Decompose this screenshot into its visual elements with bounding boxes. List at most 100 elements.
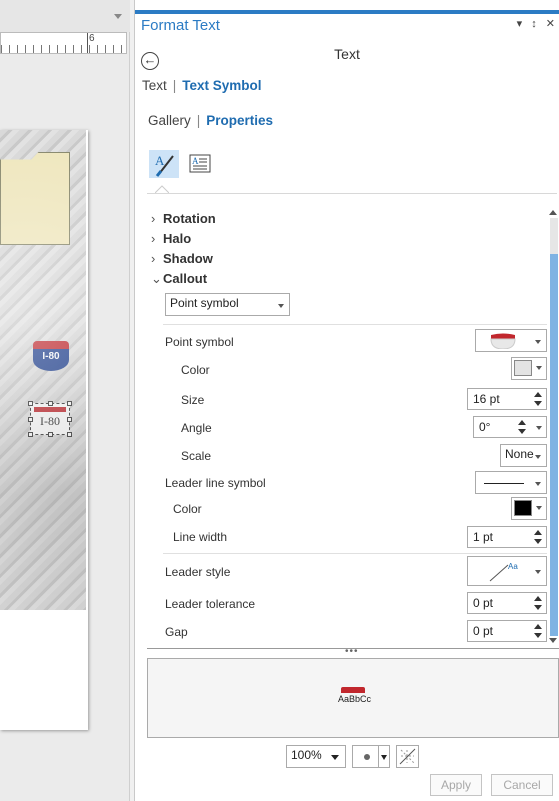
section-label: Callout (163, 271, 208, 286)
pane-accent-bar (135, 10, 559, 14)
leader-style-picker[interactable]: Aa (467, 556, 547, 586)
scroll-up-icon[interactable] (549, 210, 557, 215)
point-color-swatch (514, 360, 532, 376)
text-brush-icon: A (155, 153, 174, 177)
spin-down-icon[interactable] (518, 429, 526, 434)
scrollbar[interactable] (549, 210, 558, 643)
chevron-down-icon (331, 755, 339, 760)
leader-tolerance-label: Leader tolerance (165, 597, 256, 611)
leader-style-glyph: Aa (508, 562, 518, 571)
size-value: 16 pt (473, 392, 500, 406)
section-label: Shadow (163, 251, 213, 266)
leader-tolerance-input[interactable]: 0 pt (467, 592, 547, 614)
section-halo[interactable]: › Halo (151, 231, 191, 246)
resize-handle[interactable] (28, 432, 33, 437)
section-label: Halo (163, 231, 192, 246)
resize-handle[interactable] (28, 401, 33, 406)
chevron-right-icon: › (151, 251, 156, 266)
tab-gallery[interactable]: Gallery (148, 113, 191, 128)
zoom-dropdown[interactable]: 100% (286, 745, 346, 768)
preview-shield-icon (341, 687, 365, 693)
splitter-grip-icon[interactable]: ••• (345, 646, 359, 657)
text-format-icon: A (189, 154, 211, 173)
scale-dropdown[interactable]: None (500, 444, 547, 467)
pane-menu-icon[interactable]: ▾ (517, 18, 523, 30)
text-formatting-tab[interactable]: A (185, 150, 215, 178)
line-color-swatch (514, 500, 532, 516)
format-text-pane: Format Text ▾ ↕ ✕ Text ← Text | Text Symbo… (134, 0, 559, 801)
resize-handle[interactable] (67, 432, 72, 437)
spin-up-icon[interactable] (534, 392, 542, 397)
interstate-shield[interactable]: I-80 (33, 341, 69, 371)
point-symbol-picker[interactable] (475, 329, 547, 352)
section-rotation[interactable]: › Rotation (151, 211, 216, 226)
leader-style-label: Leader style (165, 565, 231, 579)
callout-type-dropdown[interactable]: Point symbol (165, 293, 290, 316)
tab-dropdown-icon[interactable] (114, 14, 122, 19)
spin-down-icon[interactable] (534, 605, 542, 610)
hillshade-terrain: I-80 I-80 (0, 130, 86, 610)
tab-properties[interactable]: Properties (206, 113, 273, 128)
gap-input[interactable]: 0 pt (467, 620, 547, 642)
map-tab-strip (0, 0, 130, 32)
point-color-picker[interactable] (511, 357, 547, 380)
back-arrow-icon[interactable]: ← (141, 52, 159, 70)
spin-up-icon[interactable] (534, 530, 542, 535)
angle-value: 0° (479, 420, 491, 434)
svg-text:A: A (192, 156, 199, 166)
pane-controls: ▾ ↕ ✕ (511, 17, 555, 30)
selected-text-label[interactable]: I-80 (28, 401, 72, 437)
chevron-right-icon: › (151, 231, 156, 246)
scroll-thumb[interactable] (550, 254, 558, 636)
tab-separator: | (196, 113, 201, 128)
apply-button[interactable]: Apply (430, 774, 482, 796)
general-icon-tab[interactable]: A (149, 150, 179, 178)
cancel-button[interactable]: Cancel (491, 774, 553, 796)
chevron-down-icon[interactable] (536, 426, 542, 430)
close-icon[interactable]: ✕ (546, 18, 555, 30)
breadcrumb-text-symbol[interactable]: Text Symbol (182, 78, 261, 93)
svg-text:A: A (155, 153, 165, 168)
scroll-down-icon[interactable] (549, 638, 557, 643)
chevron-down-icon: ⌄ (151, 271, 162, 286)
toggle-grid-button[interactable] (396, 745, 419, 768)
chevron-down-icon (535, 481, 541, 486)
line-color-picker[interactable] (511, 497, 547, 520)
section-shadow[interactable]: › Shadow (151, 251, 213, 266)
selected-label-text: I-80 (40, 414, 60, 428)
resize-handle[interactable] (48, 401, 53, 406)
chevron-down-icon (536, 506, 542, 510)
line-width-input[interactable]: 1 pt (467, 526, 547, 548)
map-view[interactable]: 6 I-80 I-80 (0, 0, 130, 801)
spin-up-icon[interactable] (534, 624, 542, 629)
resize-handle[interactable] (67, 401, 72, 406)
ruler-major-tick (87, 33, 88, 53)
gap-value: 0 pt (473, 624, 494, 638)
chevron-down-icon (278, 303, 284, 308)
pin-icon[interactable]: ↕ (531, 18, 537, 30)
line-color-label: Color (173, 502, 202, 516)
spin-down-icon[interactable] (534, 401, 542, 406)
spin-up-icon[interactable] (518, 420, 526, 425)
size-label: Size (181, 393, 205, 407)
leader-line-picker[interactable] (475, 471, 547, 494)
spin-down-icon[interactable] (534, 633, 542, 638)
resize-handle[interactable] (67, 417, 72, 422)
shield-label: I-80 (33, 349, 69, 371)
section-label: Rotation (163, 211, 216, 226)
point-color-label: Color (181, 363, 210, 377)
spin-down-icon[interactable] (534, 539, 542, 544)
size-input[interactable]: 16 pt (467, 388, 547, 410)
pane-heading: Text (334, 46, 360, 62)
resize-handle[interactable] (28, 417, 33, 422)
preview-text: AaBbCc (338, 694, 372, 704)
resize-handle[interactable] (48, 432, 53, 437)
grid-toggle-icon (399, 748, 416, 765)
preview-background-dropdown[interactable] (352, 745, 390, 768)
angle-input[interactable]: 0° (473, 416, 547, 438)
breadcrumb-text[interactable]: Text (142, 78, 167, 93)
ruler: 6 (0, 32, 127, 54)
section-callout[interactable]: ⌄Callout (151, 271, 207, 287)
spin-up-icon[interactable] (534, 596, 542, 601)
map-polygon[interactable] (0, 152, 70, 245)
